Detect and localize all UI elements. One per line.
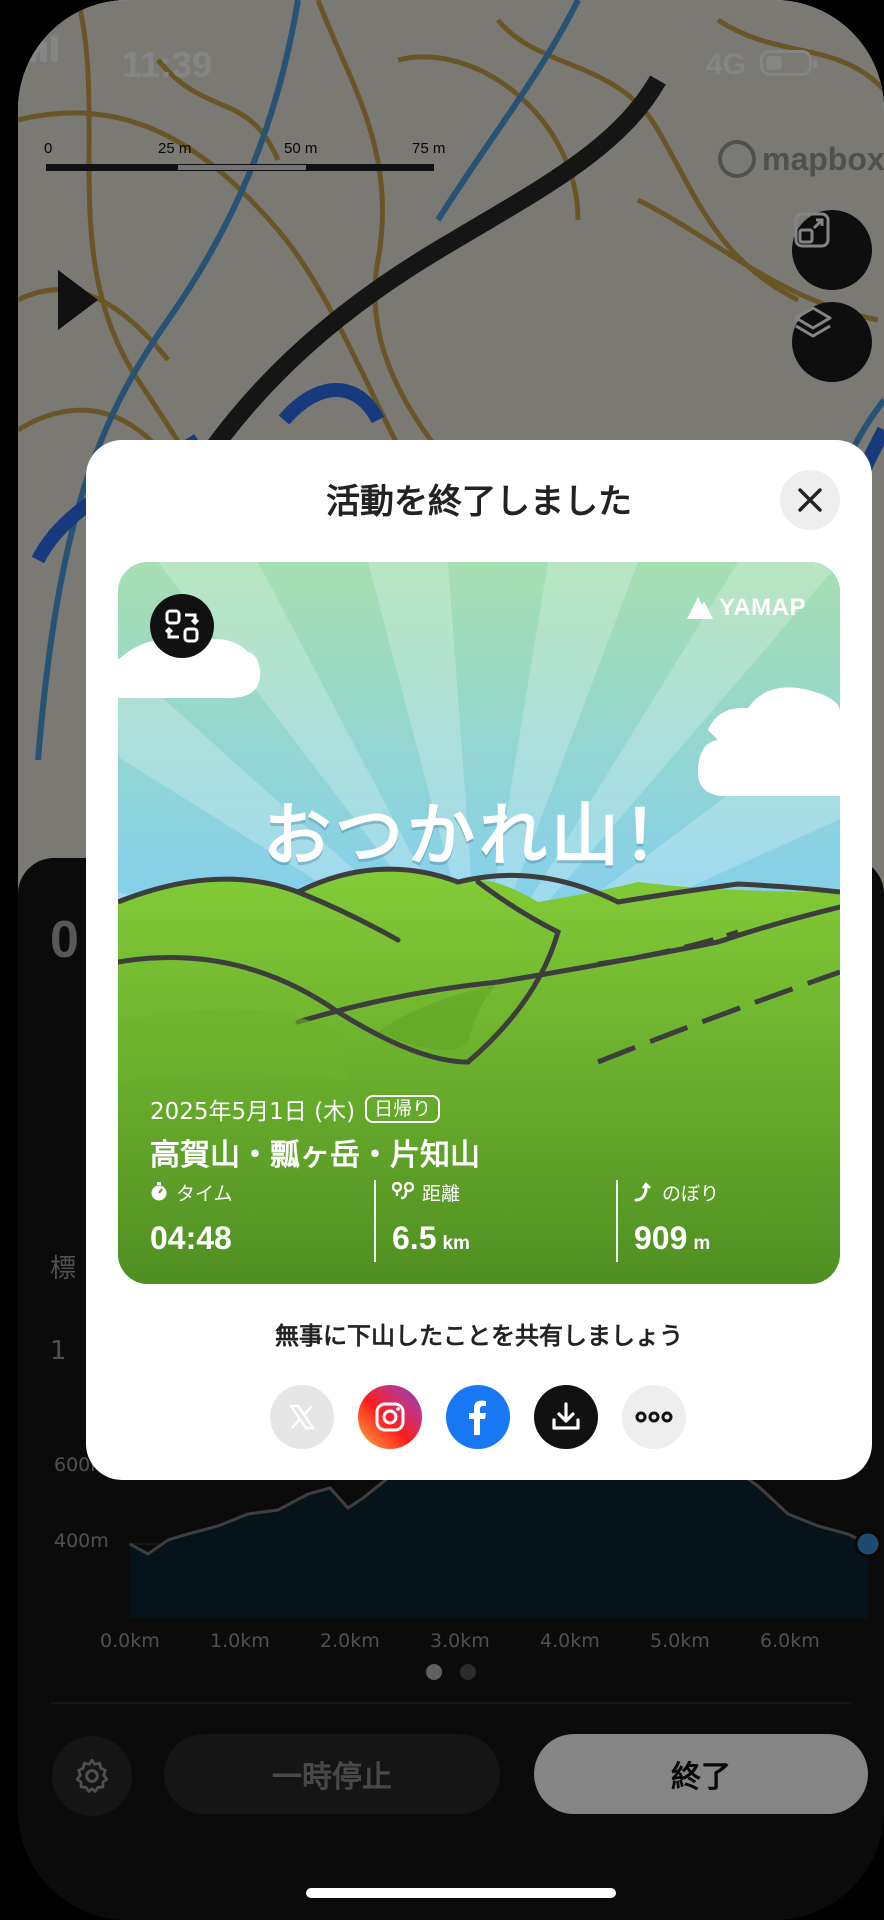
activity-peaks: 高賀山・瓢ヶ岳・片知山 bbox=[150, 1138, 480, 1173]
yamap-logo: YAMAP bbox=[687, 594, 806, 622]
stopwatch-icon bbox=[151, 1182, 167, 1201]
share-card: YAMAP おつかれ山！ 2025年5月1日 (木) 日帰り 高賀山・瓢ヶ岳・片… bbox=[118, 562, 840, 1284]
activity-stats: タイム 04:48 距離 6.5 km のぼり 909 m bbox=[150, 1180, 810, 1264]
download-icon bbox=[552, 1402, 580, 1430]
stat-label: 距離 bbox=[422, 1182, 461, 1205]
yamap-brand: YAMAP bbox=[719, 594, 806, 621]
stat-label: のぼり bbox=[662, 1182, 720, 1205]
stat-ascent: のぼり 909 m bbox=[634, 1180, 719, 1262]
share-instagram-button[interactable] bbox=[358, 1385, 422, 1449]
share-buttons bbox=[270, 1385, 690, 1451]
stat-value: 04:48 bbox=[150, 1220, 232, 1256]
download-image-button[interactable] bbox=[534, 1385, 598, 1449]
distance-pin-icon bbox=[392, 1182, 414, 1200]
close-button[interactable] bbox=[780, 470, 840, 530]
share-prompt: 無事に下山したことを共有しましょう bbox=[275, 1322, 683, 1350]
facebook-icon bbox=[469, 1400, 486, 1435]
activity-complete-modal: 活動を終了しました YAMAP おつかれ山！ 2025年5月1日 (木) 日帰り… bbox=[86, 440, 872, 1480]
stat-value: 6.5 bbox=[392, 1220, 437, 1256]
phone-screen: 11:39 4G 0 25 m 50 m 75 m mapbox 0 標 1 6… bbox=[18, 0, 884, 1920]
stat-label: タイム bbox=[176, 1182, 233, 1205]
stat-divider bbox=[374, 1180, 376, 1262]
more-share-button[interactable] bbox=[622, 1385, 686, 1449]
stat-value: 909 bbox=[634, 1220, 688, 1256]
stat-divider bbox=[616, 1180, 618, 1262]
activity-date: 2025年5月1日 (木) bbox=[150, 1099, 356, 1125]
share-facebook-button[interactable] bbox=[446, 1385, 510, 1449]
more-dots-icon bbox=[635, 1411, 673, 1423]
x-logo-icon bbox=[288, 1404, 316, 1430]
yamap-mountain-icon bbox=[687, 597, 714, 619]
trip-type-badge: 日帰り bbox=[365, 1095, 441, 1123]
change-card-button[interactable] bbox=[150, 594, 214, 658]
close-icon bbox=[798, 488, 822, 512]
stat-time: タイム 04:48 bbox=[150, 1180, 233, 1262]
stat-distance: 距離 6.5 km bbox=[392, 1180, 470, 1262]
stat-unit: km bbox=[442, 1233, 470, 1254]
card-illustration bbox=[118, 562, 840, 1284]
card-headline: おつかれ山！ bbox=[262, 797, 695, 876]
swap-icon bbox=[164, 609, 200, 643]
activity-date-row: 2025年5月1日 (木) 日帰り bbox=[150, 1092, 441, 1126]
stat-unit: m bbox=[693, 1233, 711, 1254]
instagram-icon bbox=[375, 1402, 405, 1432]
home-indicator[interactable] bbox=[306, 1888, 616, 1898]
modal-title: 活動を終了しました bbox=[326, 482, 632, 522]
share-x-button[interactable] bbox=[270, 1385, 334, 1449]
ascent-icon bbox=[634, 1182, 651, 1202]
